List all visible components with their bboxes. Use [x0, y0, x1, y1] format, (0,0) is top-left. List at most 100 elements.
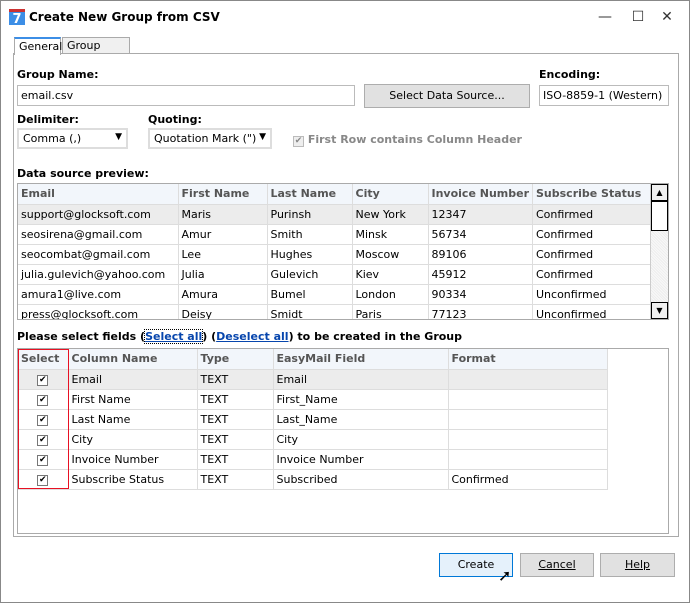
column-header[interactable]: Type [197, 349, 274, 370]
table-row[interactable]: ✔ Email TEXT Email [18, 369, 608, 390]
table-row[interactable]: seosirena@gmail.com Amur Smith Minsk 56734 Co… [18, 224, 655, 245]
table-cell: amura1@live.com [18, 284, 179, 305]
table-cell: Paris [352, 304, 429, 319]
quoting-label: Quoting: [148, 113, 202, 126]
table-cell: Unconfirmed [532, 304, 655, 319]
field-field-cell[interactable]: Subscribed [273, 469, 449, 490]
dialog-window: 7 Create New Group from CSV — ☐ ✕ Genera… [0, 0, 690, 603]
maximize-icon[interactable]: ☐ [624, 7, 652, 27]
first-row-label: First Row contains Column Header [307, 133, 522, 146]
scroll-down-icon[interactable]: ▼ [651, 302, 668, 319]
column-header[interactable]: Invoice Number [428, 184, 533, 205]
select-all-link[interactable]: Select all [144, 329, 204, 344]
field-field-cell[interactable]: First_Name [273, 389, 449, 410]
field-format-cell[interactable] [448, 369, 608, 390]
fields-grid[interactable]: Select Column Name Type EasyMail Field Forma… [17, 348, 669, 534]
table-cell: seocombat@gmail.com [18, 244, 179, 265]
field-type-cell: TEXT [197, 389, 274, 410]
field-field-cell[interactable]: Invoice Number [273, 449, 449, 470]
app-icon: 7 [9, 9, 25, 27]
table-cell: Hughes [267, 244, 353, 265]
field-format-cell[interactable] [448, 409, 608, 430]
group-name-label: Group Name: [17, 68, 99, 81]
table-cell: Kiev [352, 264, 429, 285]
table-cell: 12347 [428, 204, 533, 225]
scroll-thumb[interactable] [651, 201, 668, 231]
chevron-down-icon: ▼ [115, 132, 122, 142]
table-cell: Lee [178, 244, 268, 265]
table-cell: Unconfirmed [532, 284, 655, 305]
chevron-down-icon: ▼ [259, 132, 266, 142]
deselect-all-link[interactable]: Deselect all [216, 330, 288, 343]
column-header[interactable]: Format [448, 349, 608, 370]
column-header[interactable]: Column Name [68, 349, 198, 370]
column-header[interactable]: First Name [178, 184, 268, 205]
field-name-cell: Invoice Number [68, 449, 198, 470]
select-data-source-button[interactable]: Select Data Source... [364, 84, 530, 108]
table-cell: Deisy [178, 304, 268, 319]
delimiter-select[interactable]: Comma (,) ▼ [17, 128, 128, 149]
table-row[interactable]: press@glocksoft.com Deisy Smidt Paris 77123 U… [18, 304, 655, 319]
table-row[interactable]: julia.gulevich@yahoo.com Julia Gulevich Kie… [18, 264, 655, 285]
table-cell: Minsk [352, 224, 429, 245]
help-button[interactable]: Help [600, 553, 675, 577]
table-cell: 45912 [428, 264, 533, 285]
table-cell: 77123 [428, 304, 533, 319]
table-cell: Smith [267, 224, 353, 245]
field-field-cell[interactable]: Last_Name [273, 409, 449, 430]
field-field-cell[interactable]: City [273, 429, 449, 450]
table-cell: Bumel [267, 284, 353, 305]
table-cell: Moscow [352, 244, 429, 265]
tab-group-links[interactable]: Group Links [62, 37, 130, 65]
table-cell: Amura [178, 284, 268, 305]
fields-instruction: Please select fields (Select all) (Desel… [17, 329, 463, 344]
table-cell: Confirmed [532, 264, 655, 285]
field-format-cell[interactable] [448, 449, 608, 470]
field-name-cell: Subscribe Status [68, 469, 198, 490]
quoting-select[interactable]: Quotation Mark (") ▼ [148, 128, 272, 149]
table-cell: London [352, 284, 429, 305]
table-row[interactable]: ✔ Subscribe Status TEXT Subscribed Confirmed [18, 469, 608, 490]
field-type-cell: TEXT [197, 469, 274, 490]
column-header[interactable]: City [352, 184, 429, 205]
minimize-icon[interactable]: — [591, 7, 619, 27]
table-row[interactable]: ✔ Last Name TEXT Last_Name [18, 409, 608, 430]
tab-general[interactable]: General [14, 37, 62, 55]
first-row-checkbox[interactable]: ✔ First Row contains Column Header [293, 133, 522, 147]
cancel-button[interactable]: Cancel [520, 553, 594, 577]
table-cell: seosirena@gmail.com [18, 224, 179, 245]
table-row[interactable]: ✔ City TEXT City [18, 429, 608, 450]
table-cell: Maris [178, 204, 268, 225]
field-field-cell[interactable]: Email [273, 369, 449, 390]
field-format-cell[interactable] [448, 389, 608, 410]
column-header[interactable]: Email [18, 184, 179, 205]
scroll-up-icon[interactable]: ▲ [651, 184, 668, 201]
instruction-text: Please select fields ( [17, 330, 146, 343]
table-row[interactable]: support@glocksoft.com Maris Purinsh New Yor… [18, 204, 655, 225]
delimiter-label: Delimiter: [17, 113, 79, 126]
column-header[interactable]: EasyMail Field [273, 349, 449, 370]
checkbox-icon: ✔ [293, 136, 304, 147]
field-format-cell[interactable]: Confirmed [448, 469, 608, 490]
preview-grid[interactable]: Email First Name Last Name City Invoice Numb… [17, 183, 669, 320]
instruction-text: ) to be created in the Group [288, 330, 463, 343]
table-row[interactable]: amura1@live.com Amura Bumel London 90334 Unco… [18, 284, 655, 305]
table-cell: support@glocksoft.com [18, 204, 179, 225]
fields-table: Select Column Name Type EasyMail Field Forma… [18, 349, 608, 490]
field-type-cell: TEXT [197, 369, 274, 390]
group-name-input[interactable]: email.csv [17, 85, 355, 106]
table-row[interactable]: ✔ First Name TEXT First_Name [18, 389, 608, 410]
field-format-cell[interactable] [448, 429, 608, 450]
table-row[interactable]: ✔ Invoice Number TEXT Invoice Number [18, 449, 608, 470]
preview-scrollbar[interactable]: ▲ ▼ [650, 184, 668, 319]
table-cell: press@glocksoft.com [18, 304, 179, 319]
encoding-input[interactable]: ISO-8859-1 (Western) [539, 85, 669, 106]
table-cell: Julia [178, 264, 268, 285]
close-icon[interactable]: ✕ [653, 7, 681, 27]
window-title: Create New Group from CSV [29, 10, 220, 24]
column-header[interactable]: Subscribe Status [532, 184, 655, 205]
column-header[interactable]: Last Name [267, 184, 353, 205]
table-row[interactable]: seocombat@gmail.com Lee Hughes Moscow 89106 C… [18, 244, 655, 265]
preview-label: Data source preview: [17, 167, 149, 180]
table-cell: New York [352, 204, 429, 225]
